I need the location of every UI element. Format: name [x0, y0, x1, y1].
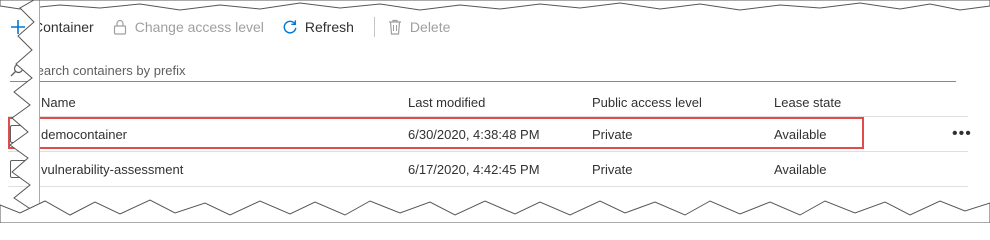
storage-container-blade: Container Change access level Refresh De… [0, 0, 990, 223]
trash-icon [387, 19, 403, 35]
column-header-name[interactable]: Name [41, 88, 76, 116]
container-name-link[interactable]: democontainer [41, 117, 127, 151]
add-icon [10, 19, 26, 35]
command-bar: Container Change access level Refresh De… [10, 16, 468, 38]
container-name-link[interactable]: vulnerability-assessment [41, 152, 183, 186]
lease-state-value: Available [774, 161, 827, 177]
lease-state-value: Available [774, 126, 827, 142]
search-box [10, 59, 956, 82]
change-access-level-button[interactable]: Change access level [112, 19, 274, 35]
checkbox-box[interactable] [10, 160, 28, 178]
table-row[interactable]: democontainer 6/30/2020, 4:38:48 PM Priv… [8, 117, 971, 152]
delete-button[interactable]: Delete [387, 19, 460, 35]
row-checkbox[interactable] [10, 117, 28, 151]
search-input[interactable] [28, 62, 428, 78]
toolbar-divider [373, 17, 375, 37]
refresh-button[interactable]: Refresh [282, 19, 364, 35]
last-modified-value: 6/17/2020, 4:42:45 PM [408, 161, 540, 177]
containers-table: Name Last modified Public access level L… [8, 88, 971, 187]
more-icon[interactable]: ••• [952, 117, 972, 151]
torn-edge-bottom [0, 199, 990, 223]
add-container-button[interactable]: Container [10, 19, 104, 35]
table-row[interactable]: vulnerability-assessment 6/17/2020, 4:42… [8, 152, 968, 187]
search-icon [10, 63, 24, 77]
row-checkbox[interactable] [10, 152, 28, 186]
add-container-label: Container [33, 19, 94, 35]
column-header-public-access[interactable]: Public access level [592, 88, 702, 116]
lock-icon [112, 19, 128, 35]
refresh-label: Refresh [304, 19, 354, 35]
refresh-icon [282, 19, 298, 35]
delete-label: Delete [409, 19, 451, 35]
column-header-lease-state[interactable]: Lease state [774, 88, 841, 116]
change-access-level-label: Change access level [134, 19, 264, 35]
checkbox-box[interactable] [10, 125, 28, 143]
table-header-row: Name Last modified Public access level L… [8, 88, 968, 117]
public-access-value: Private [592, 161, 633, 177]
public-access-value: Private [592, 126, 633, 142]
torn-edge-top [0, 0, 990, 11]
column-header-last-modified[interactable]: Last modified [408, 88, 485, 116]
last-modified-value: 6/30/2020, 4:38:48 PM [408, 126, 540, 142]
